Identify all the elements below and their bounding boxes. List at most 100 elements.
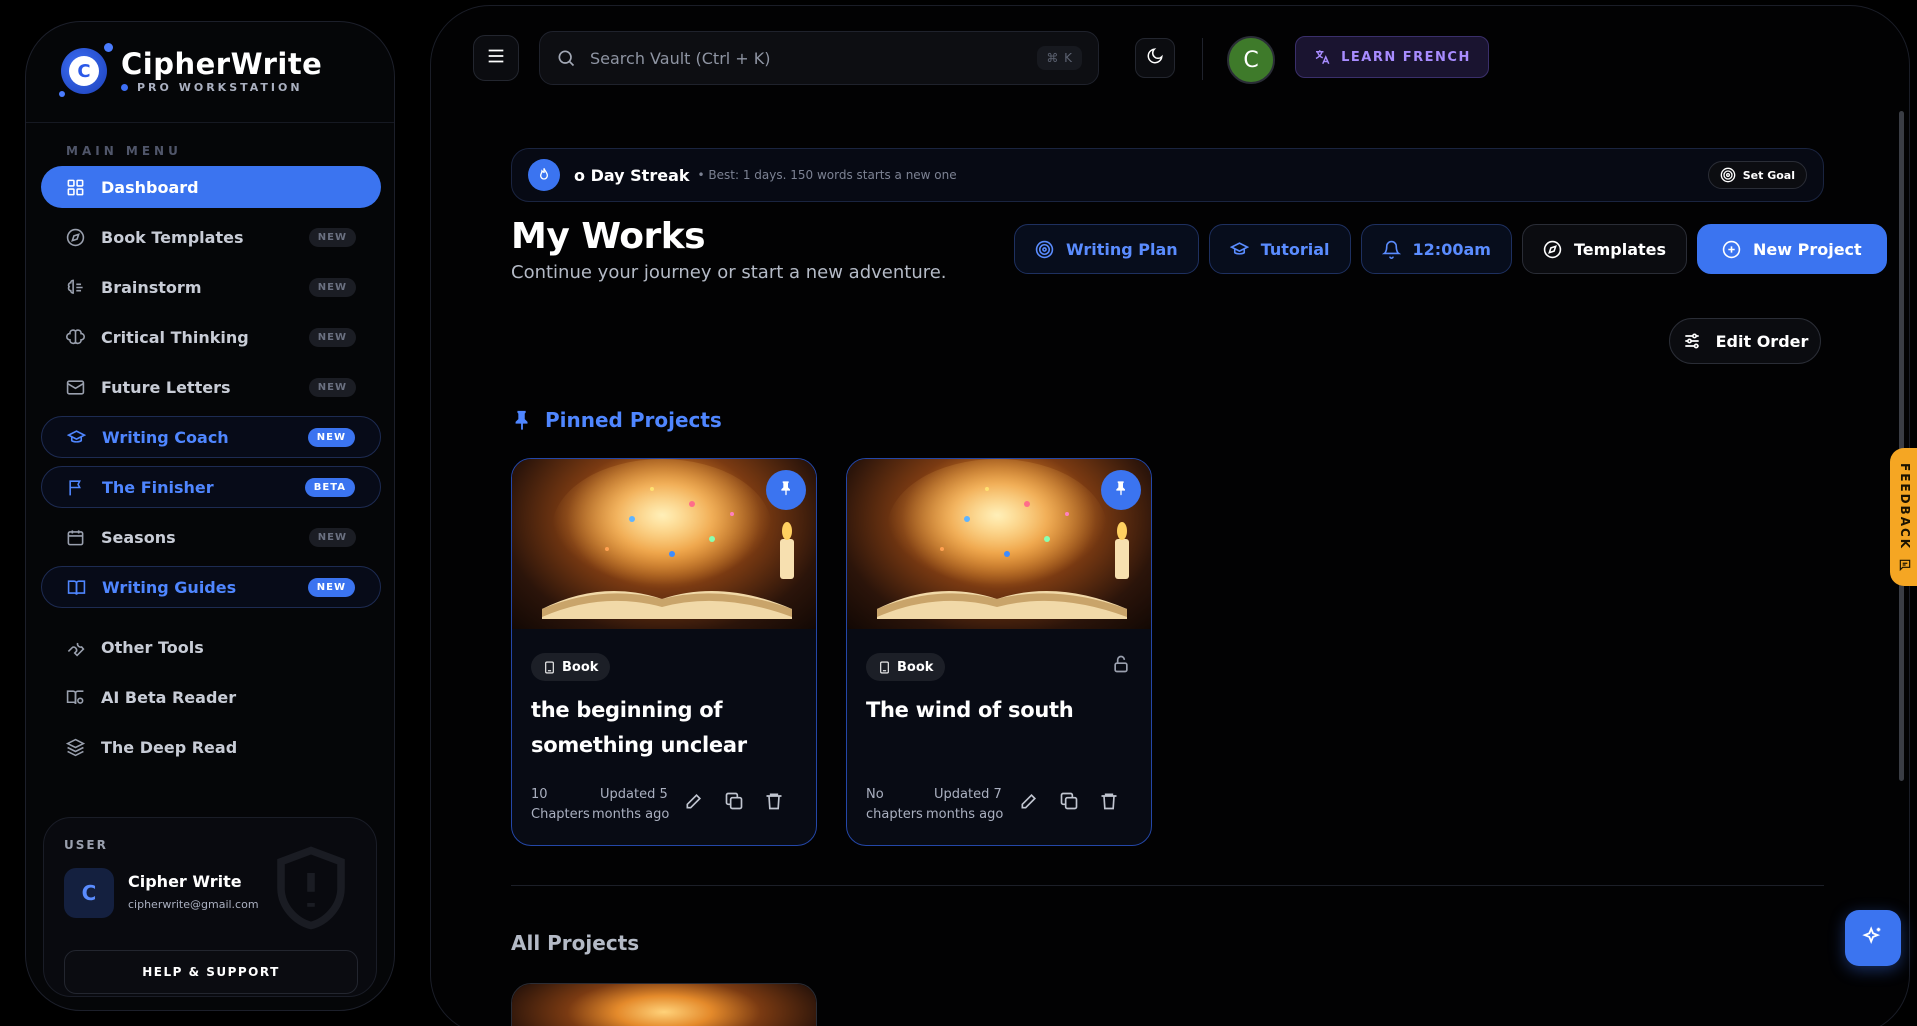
unpin-button[interactable] [766, 470, 806, 510]
card-actions [1019, 791, 1119, 811]
search-shortcut: ⌘ K [1037, 46, 1082, 70]
sidebar-divider [26, 122, 394, 123]
calendar-icon [66, 528, 85, 547]
edit-icon[interactable] [684, 791, 704, 811]
project-card[interactable]: Book the beginning of something unclear … [511, 458, 817, 846]
chapter-count: 10 Chapters [531, 787, 590, 822]
target-icon [1035, 240, 1054, 259]
feedback-tab[interactable]: FEEDBACK [1890, 448, 1917, 586]
hamburger-icon [485, 45, 507, 71]
plus-circle-icon [1722, 240, 1741, 259]
sidebar-item-other-tools[interactable]: Other Tools [41, 626, 381, 668]
user-email: cipherwrite@gmail.com [128, 898, 259, 911]
mail-icon [66, 378, 85, 397]
sidebar-item-the-finisher[interactable]: The Finisher BETA [41, 466, 381, 508]
avatar[interactable]: C [64, 868, 114, 918]
sidebar-item-writing-guides[interactable]: Writing Guides NEW [41, 566, 381, 608]
project-cover-image [847, 459, 1151, 629]
sidebar-nav: Dashboard Book Templates NEW Brainstorm … [41, 166, 381, 776]
project-cover-image [512, 459, 816, 629]
bell-icon [1381, 240, 1401, 259]
pinned-projects-heading: Pinned Projects [511, 408, 722, 432]
section-divider [511, 885, 1824, 886]
graduation-cap-icon [1229, 240, 1249, 259]
lock-icon[interactable] [1111, 654, 1131, 674]
new-badge: NEW [308, 327, 356, 347]
streak-bar: o Day Streak • Best: 1 days. 150 words s… [511, 148, 1824, 202]
sidebar-item-seasons[interactable]: Seasons NEW [41, 516, 381, 558]
trash-icon[interactable] [764, 791, 784, 811]
grid-icon [66, 178, 85, 197]
search-icon [556, 48, 576, 68]
sidebar-item-writing-coach[interactable]: Writing Coach NEW [41, 416, 381, 458]
avatar[interactable]: C [1227, 36, 1275, 84]
user-name: Cipher Write [128, 872, 242, 891]
learn-french-button[interactable]: LEARN FRENCH [1295, 36, 1489, 78]
flag-icon [67, 478, 86, 497]
sidebar-item-future-letters[interactable]: Future Letters NEW [41, 366, 381, 408]
user-card: USER C Cipher Write cipherwrite@gmail.co… [43, 817, 377, 997]
compass-icon [1543, 240, 1562, 259]
sidebar-item-ai-beta-reader[interactable]: AI Beta Reader [41, 676, 381, 718]
scrollbar[interactable] [1899, 111, 1904, 781]
new-badge: NEW [308, 227, 356, 247]
sidebar-item-critical-thinking[interactable]: Critical Thinking NEW [41, 316, 381, 358]
project-card[interactable]: Book The wind of south No chapters Updat… [846, 458, 1152, 846]
moon-icon [1146, 47, 1164, 69]
ai-assistant-button[interactable] [1845, 910, 1901, 966]
new-badge: NEW [307, 427, 355, 447]
edit-order-button[interactable]: Edit Order [1669, 318, 1821, 364]
card-actions [684, 791, 784, 811]
page-subtitle: Continue your journey or start a new adv… [511, 262, 947, 283]
project-type-tag: Book [866, 653, 946, 681]
chapter-count: No chapters [866, 787, 923, 822]
menu-button[interactable] [473, 35, 519, 81]
set-goal-button[interactable]: Set Goal [1707, 161, 1807, 189]
new-project-button[interactable]: New Project [1697, 224, 1887, 274]
duplicate-icon[interactable] [1059, 791, 1079, 811]
edit-icon[interactable] [1019, 791, 1039, 811]
page-title: My Works [511, 216, 706, 257]
trash-icon[interactable] [1099, 791, 1119, 811]
book-icon [543, 661, 556, 674]
new-badge: NEW [308, 377, 356, 397]
templates-button[interactable]: Templates [1521, 224, 1688, 274]
duplicate-icon[interactable] [724, 791, 744, 811]
project-title: the beginning of something unclear [531, 698, 747, 757]
book-search-icon [66, 688, 85, 707]
brand-title: CipherWrite [121, 46, 323, 81]
translate-icon [1313, 48, 1331, 66]
writing-plan-button[interactable]: Writing Plan [1014, 224, 1199, 274]
project-cover-image [512, 984, 816, 1026]
brand-subtitle: PRO WORKSTATION [121, 81, 322, 94]
brand-logo: C [59, 43, 113, 97]
project-card[interactable] [511, 983, 817, 1026]
sidebar-item-brainstorm[interactable]: Brainstorm NEW [41, 266, 381, 308]
sidebar-item-book-templates[interactable]: Book Templates NEW [41, 216, 381, 258]
all-projects-heading: All Projects [511, 931, 640, 955]
new-badge: NEW [308, 527, 356, 547]
project-type-tag: Book [531, 653, 611, 681]
search-bar[interactable]: Search Vault (Ctrl + K) ⌘ K [539, 31, 1099, 85]
brain-icon [66, 278, 85, 297]
flame-icon [528, 159, 560, 191]
sliders-icon [1682, 331, 1702, 351]
sidebar-item-the-deep-read[interactable]: The Deep Read [41, 726, 381, 768]
theme-toggle-button[interactable] [1135, 38, 1175, 78]
action-toolbar: Writing Plan Tutorial 12:00am Templates … [1014, 224, 1887, 274]
unpin-button[interactable] [1101, 470, 1141, 510]
sidebar-item-dashboard[interactable]: Dashboard [41, 166, 381, 208]
pin-icon [1113, 480, 1129, 500]
book-icon [878, 661, 891, 674]
sparkles-icon [1862, 925, 1884, 951]
user-label: USER [64, 838, 108, 852]
brand[interactable]: C CipherWrite PRO WORKSTATION [59, 43, 323, 97]
new-badge: NEW [307, 577, 355, 597]
compass-icon [66, 228, 85, 247]
streak-title: o Day Streak [574, 165, 690, 185]
tutorial-button[interactable]: Tutorial [1208, 224, 1351, 274]
new-badge: NEW [308, 277, 356, 297]
main-menu-label: MAIN MENU [66, 144, 182, 158]
reminder-button[interactable]: 12:00am [1360, 224, 1512, 274]
help-support-button[interactable]: HELP & SUPPORT [64, 950, 358, 994]
